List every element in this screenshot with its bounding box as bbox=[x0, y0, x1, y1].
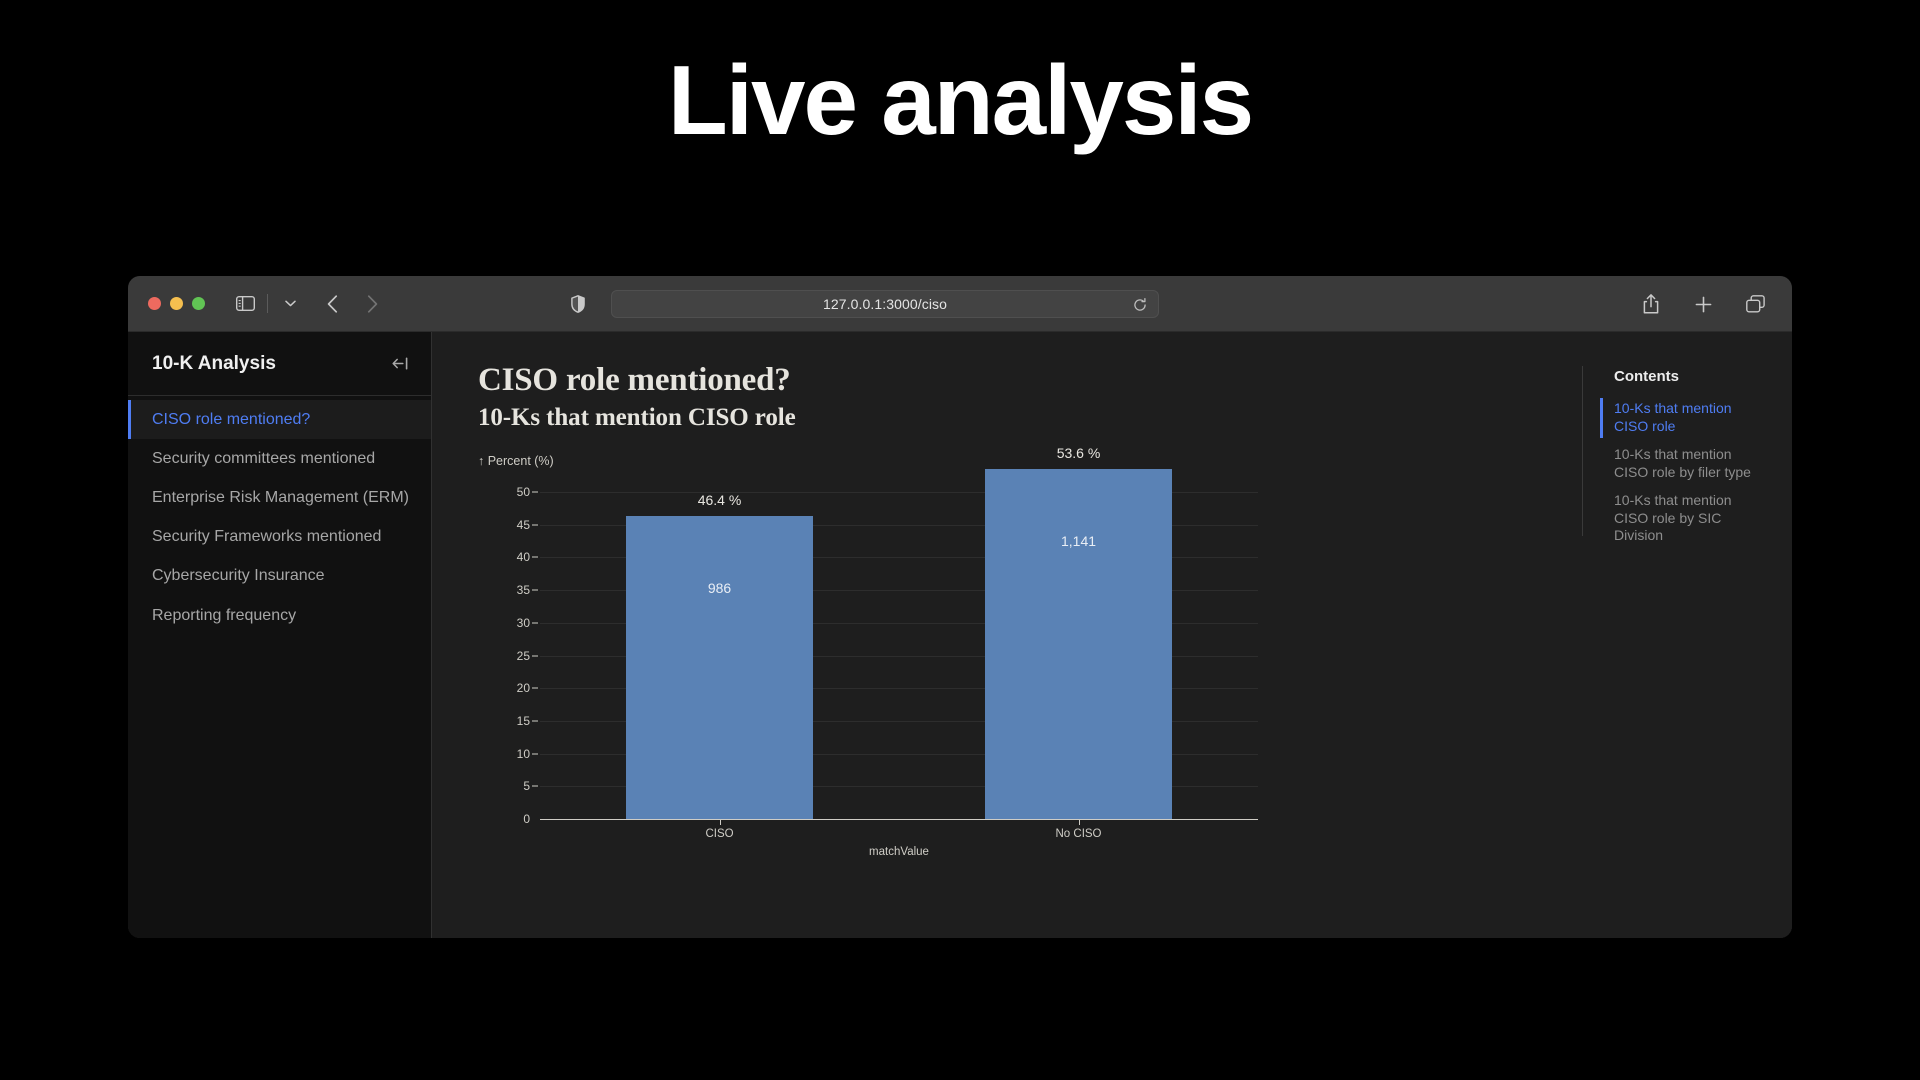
y-tick-label: 25 bbox=[516, 648, 530, 663]
sidebar-item-cybersecurity-insurance[interactable]: Cybersecurity Insurance bbox=[128, 556, 431, 595]
plot-area: 0 5 10 15 20 25 30 35 40 45 50 46.4 % 986 CISO 53.6 % 1… bbox=[508, 445, 1258, 858]
y-tick-label: 15 bbox=[516, 713, 530, 728]
close-window-button[interactable] bbox=[148, 297, 161, 310]
toc-item-label: 10-Ks that mention CISO role by filer ty… bbox=[1614, 445, 1751, 480]
reload-icon[interactable] bbox=[1128, 293, 1152, 317]
bar[interactable] bbox=[985, 468, 1172, 819]
sidebar-item-reporting-frequency[interactable]: Reporting frequency bbox=[128, 596, 431, 635]
y-tick-mark bbox=[532, 622, 538, 624]
sidebar-item-label: Security Frameworks mentioned bbox=[152, 528, 382, 546]
sidebar-header: 10-K Analysis bbox=[128, 332, 431, 396]
x-tick-label: CISO bbox=[705, 828, 734, 840]
x-axis-label: matchValue bbox=[869, 846, 929, 858]
minimize-window-button[interactable] bbox=[170, 297, 183, 310]
y-tick-label: 20 bbox=[516, 681, 530, 696]
url-text: 127.0.0.1:3000/ciso bbox=[822, 295, 948, 312]
bar-count-label: 1,141 bbox=[1060, 532, 1097, 549]
x-tick-label: No CISO bbox=[1055, 828, 1102, 840]
window-controls bbox=[148, 297, 205, 310]
toc-rule bbox=[1582, 366, 1583, 536]
forward-arrow-icon[interactable] bbox=[357, 290, 387, 318]
x-tick-mark bbox=[719, 819, 721, 825]
toc-item-ciso-role[interactable]: 10-Ks that mention CISO role bbox=[1600, 395, 1768, 441]
y-tick-mark bbox=[532, 785, 538, 787]
bar-value-label: 53.6 % bbox=[1056, 444, 1101, 461]
address-bar[interactable]: 127.0.0.1:3000/ciso bbox=[611, 289, 1159, 318]
sidebar-item-ciso-role[interactable]: CISO role mentioned? bbox=[128, 400, 431, 440]
toc-item-by-sic-division[interactable]: 10-Ks that mention CISO role by SIC Divi… bbox=[1600, 487, 1768, 551]
sidebar-item-label: Reporting frequency bbox=[152, 606, 297, 624]
toolbar-divider bbox=[267, 294, 268, 313]
plus-icon[interactable] bbox=[1688, 290, 1718, 318]
y-tick-mark bbox=[532, 556, 538, 558]
y-tick-label: 40 bbox=[516, 550, 530, 565]
y-tick-label: 0 bbox=[523, 812, 530, 826]
sidebar-item-label: Security committees mentioned bbox=[152, 450, 376, 468]
y-tick-mark bbox=[532, 491, 538, 493]
page-body: 10-K Analysis CISO role mentioned? Secur… bbox=[128, 332, 1792, 938]
y-tick-label: 50 bbox=[516, 485, 530, 500]
sidebar-item-label: Enterprise Risk Management (ERM) bbox=[152, 489, 409, 507]
bar-value-label: 46.4 % bbox=[697, 491, 742, 508]
browser-toolbar: 127.0.0.1:3000/ciso bbox=[128, 276, 1792, 332]
sidebar-toggle-icon[interactable] bbox=[230, 290, 260, 318]
table-of-contents: Contents 10-Ks that mention CISO role 10… bbox=[1582, 332, 1792, 938]
tab-overview-icon[interactable] bbox=[1740, 290, 1770, 318]
sidebar-item-security-committees[interactable]: Security committees mentioned bbox=[128, 439, 431, 478]
bar-chart: ↑ Percent (%) 0 5 10 15 20 25 30 35 40 45 50 46.4 %… bbox=[478, 445, 1268, 858]
browser-window: 127.0.0.1:3000/ciso 10-K Analysis CISO r… bbox=[128, 276, 1792, 938]
chevron-down-icon[interactable] bbox=[275, 290, 305, 318]
toc-item-label: 10-Ks that mention CISO role by SIC Divi… bbox=[1614, 491, 1732, 544]
toc-title: Contents bbox=[1614, 368, 1679, 385]
y-axis-label: ↑ Percent (%) bbox=[478, 454, 554, 468]
shield-icon[interactable] bbox=[563, 290, 593, 318]
back-arrow-icon[interactable] bbox=[317, 290, 347, 318]
collapse-sidebar-icon[interactable] bbox=[392, 357, 409, 370]
y-tick-mark bbox=[532, 589, 538, 591]
left-sidebar: 10-K Analysis CISO role mentioned? Secur… bbox=[128, 332, 432, 938]
y-tick-mark bbox=[532, 655, 538, 657]
sidebar-item-erm[interactable]: Enterprise Risk Management (ERM) bbox=[128, 478, 431, 517]
y-tick-mark bbox=[532, 753, 538, 755]
y-tick-label: 5 bbox=[523, 779, 530, 794]
zoom-window-button[interactable] bbox=[192, 297, 205, 310]
y-tick-mark bbox=[532, 687, 538, 689]
sidebar-nav: CISO role mentioned? Security committees… bbox=[128, 396, 431, 635]
sidebar-item-label: Cybersecurity Insurance bbox=[152, 567, 325, 585]
toc-item-by-filer-type[interactable]: 10-Ks that mention CISO role by filer ty… bbox=[1600, 441, 1768, 487]
y-tick-label: 35 bbox=[516, 583, 530, 598]
sidebar-item-label: CISO role mentioned? bbox=[152, 411, 311, 428]
page-title: Live analysis bbox=[667, 45, 1254, 155]
toc-item-label: 10-Ks that mention CISO role bbox=[1614, 400, 1732, 434]
x-axis-line bbox=[540, 819, 1258, 820]
share-icon[interactable] bbox=[1636, 290, 1666, 318]
y-tick-mark bbox=[532, 524, 538, 526]
toolbar-actions bbox=[1636, 276, 1770, 332]
bar-count-label: 986 bbox=[707, 579, 732, 596]
sidebar-item-security-frameworks[interactable]: Security Frameworks mentioned bbox=[128, 517, 431, 556]
y-tick-label: 45 bbox=[516, 517, 530, 532]
bar[interactable] bbox=[626, 515, 813, 819]
sidebar-title: 10-K Analysis bbox=[152, 352, 276, 374]
y-tick-label: 30 bbox=[516, 615, 530, 630]
y-tick-label: 10 bbox=[516, 746, 530, 761]
x-tick-mark bbox=[1078, 819, 1080, 825]
y-tick-mark bbox=[532, 720, 538, 722]
